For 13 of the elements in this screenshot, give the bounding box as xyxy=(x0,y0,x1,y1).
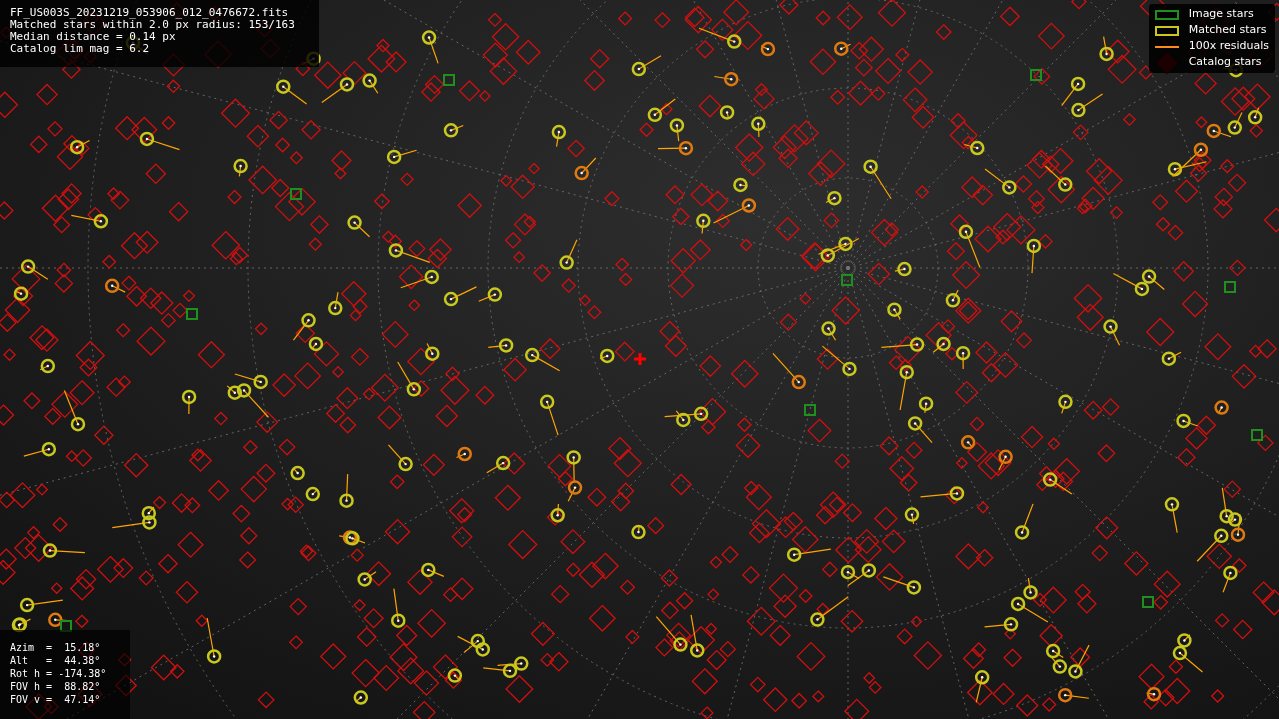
info-text: Catalog lim mag = 6.2 xyxy=(10,43,151,55)
pointing-text: Alt = 44.38° xyxy=(10,654,102,667)
info-text: Matched stars within 2.0 px radius: 153/163 xyxy=(10,19,296,31)
pointing-text: Rot h = -174.38° xyxy=(10,667,108,680)
legend-label: 100x residuals xyxy=(1188,38,1269,55)
legend-label: Matched stars xyxy=(1188,22,1267,39)
pointing-text: FOV h = 88.82° xyxy=(10,680,102,693)
info-text: FF_US003S_20231219_053906_012_0476672.fits xyxy=(10,7,290,19)
pointing-text: Azim = 15.18° xyxy=(10,641,102,654)
info-text: Median distance = 0.14 px xyxy=(10,31,177,43)
legend-label: Catalog stars xyxy=(1188,54,1262,71)
legend-label: Image stars xyxy=(1188,6,1254,23)
pointing-text: FOV v = 47.14° xyxy=(10,693,102,706)
